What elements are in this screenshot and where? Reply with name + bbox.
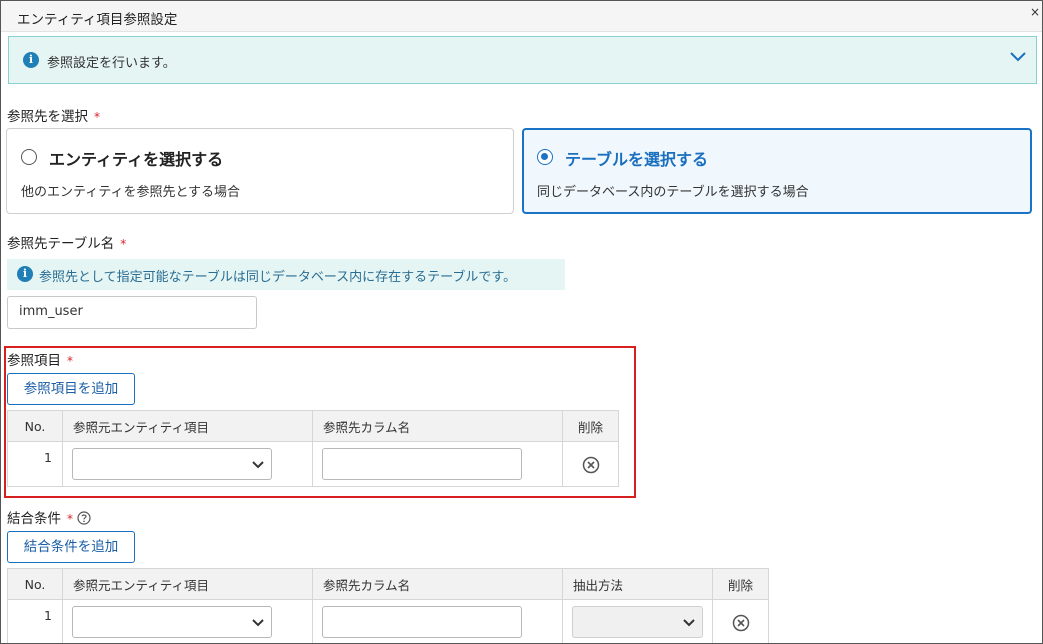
info-banner[interactable]: i 参照設定を行います。 bbox=[8, 36, 1037, 84]
info-banner-message: 参照設定を行います。 bbox=[47, 56, 176, 71]
required-mark: * bbox=[120, 237, 127, 251]
required-mark: * bbox=[94, 110, 100, 124]
table-row: 1 bbox=[7, 441, 619, 487]
chevron-down-icon bbox=[252, 461, 264, 469]
column-header: 削除 bbox=[562, 410, 619, 442]
reference-items-label: 参照項目 * bbox=[7, 349, 73, 369]
required-mark: * bbox=[67, 512, 73, 526]
option-table-card[interactable]: テーブルを選択する 同じデータベース内のテーブルを選択する場合 bbox=[522, 128, 1032, 214]
close-icon[interactable]: × bbox=[1030, 5, 1040, 19]
source-item-select[interactable] bbox=[72, 448, 272, 480]
option-entity-description: 他のエンティティを参照先とする場合 bbox=[21, 185, 241, 200]
dialog-title: エンティティ項目参照設定 bbox=[17, 12, 178, 28]
join-conditions-label: 結合条件 * bbox=[7, 507, 91, 527]
reference-target-label: 参照先を選択 * bbox=[7, 105, 100, 125]
info-icon: i bbox=[17, 266, 33, 282]
delete-circle-x-icon[interactable] bbox=[732, 614, 750, 632]
required-mark: * bbox=[67, 354, 73, 368]
option-table-title: テーブルを選択する bbox=[565, 150, 709, 169]
radio-entity[interactable] bbox=[21, 149, 37, 165]
join-column-name-input[interactable] bbox=[322, 606, 522, 638]
reference-target-label-text: 参照先を選択 bbox=[7, 109, 88, 125]
row-number: 1 bbox=[7, 441, 63, 487]
column-name-input[interactable] bbox=[322, 448, 522, 480]
chevron-down-icon bbox=[683, 619, 695, 627]
method-cell bbox=[562, 599, 713, 643]
extraction-method-select[interactable] bbox=[572, 606, 703, 638]
radio-table[interactable] bbox=[537, 149, 553, 165]
option-entity-card[interactable]: エンティティを選択する 他のエンティティを参照先とする場合 bbox=[6, 128, 514, 214]
add-join-condition-button[interactable]: 結合条件を追加 bbox=[7, 531, 135, 563]
chevron-down-icon[interactable] bbox=[1010, 51, 1026, 66]
reference-items-table: No. 参照元エンティティ項目 参照先カラム名 削除 1 bbox=[7, 410, 619, 487]
table-name-hint: i 参照先として指定可能なテーブルは同じデータベース内に存在するテーブルです。 bbox=[7, 259, 565, 290]
column-header: 参照先カラム名 bbox=[312, 568, 563, 600]
chevron-down-icon bbox=[252, 619, 264, 627]
delete-circle-x-icon[interactable] bbox=[582, 456, 600, 474]
column-header: No. bbox=[7, 410, 63, 442]
column-header: 参照元エンティティ項目 bbox=[62, 410, 313, 442]
source-item-cell bbox=[62, 441, 313, 487]
join-conditions-table: No. 参照元エンティティ項目 参照先カラム名 抽出方法 削除 1 bbox=[7, 568, 769, 643]
join-conditions-label-text: 結合条件 bbox=[7, 511, 61, 527]
row-number: 1 bbox=[7, 599, 63, 643]
delete-cell bbox=[712, 599, 769, 643]
info-icon: i bbox=[23, 52, 39, 68]
join-source-item-select[interactable] bbox=[72, 606, 272, 638]
table-name-input[interactable]: imm_user bbox=[7, 296, 257, 329]
option-entity-title: エンティティを選択する bbox=[49, 150, 224, 169]
source-item-cell bbox=[62, 599, 313, 643]
option-table-description: 同じデータベース内のテーブルを選択する場合 bbox=[537, 185, 809, 200]
column-header: 削除 bbox=[712, 568, 769, 600]
add-reference-item-button[interactable]: 参照項目を追加 bbox=[7, 373, 135, 405]
column-name-cell bbox=[312, 599, 563, 643]
table-name-label-text: 参照先テーブル名 bbox=[7, 236, 115, 252]
dialog-titlebar: エンティティ項目参照設定 × bbox=[1, 1, 1042, 32]
reference-items-label-text: 参照項目 bbox=[7, 353, 61, 369]
dialog-window: エンティティ項目参照設定 × i 参照設定を行います。 参照先を選択 * エンティ… bbox=[0, 0, 1043, 644]
help-icon[interactable] bbox=[77, 511, 91, 525]
table-row: 1 bbox=[7, 599, 769, 643]
table-name-value: imm_user bbox=[19, 304, 83, 319]
column-header: 抽出方法 bbox=[562, 568, 713, 600]
column-header: No. bbox=[7, 568, 63, 600]
table-name-label: 参照先テーブル名 * bbox=[7, 232, 126, 252]
delete-cell bbox=[562, 441, 619, 487]
column-name-cell bbox=[312, 441, 563, 487]
column-header: 参照元エンティティ項目 bbox=[62, 568, 313, 600]
column-header: 参照先カラム名 bbox=[312, 410, 563, 442]
table-name-hint-text: 参照先として指定可能なテーブルは同じデータベース内に存在するテーブルです。 bbox=[39, 270, 517, 285]
